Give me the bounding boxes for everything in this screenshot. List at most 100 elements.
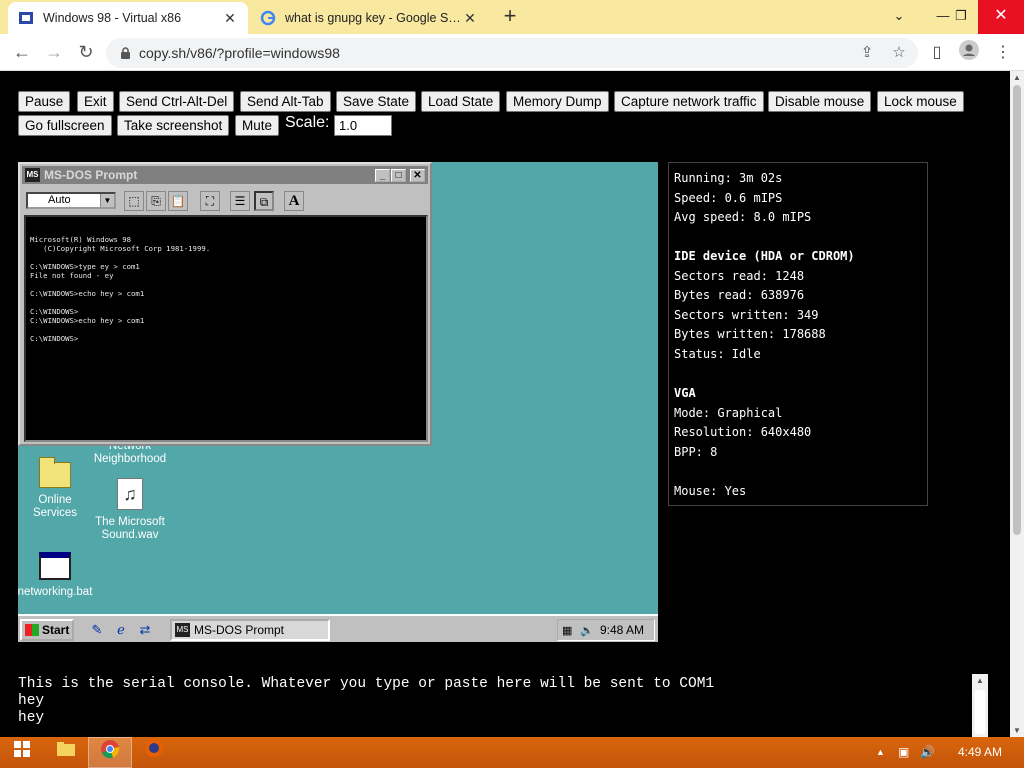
chrome-icon[interactable] — [88, 737, 132, 768]
load-state-button[interactable]: Load State — [421, 91, 501, 112]
send-alt-tab-button[interactable]: Send Alt-Tab — [240, 91, 331, 112]
arrow-right-icon: → — [45, 42, 63, 62]
channels-icon[interactable]: ⇄ — [136, 621, 154, 639]
menu-icon: ⋮ — [995, 44, 1011, 61]
properties-icon[interactable]: ☰ — [230, 191, 250, 211]
start-button[interactable]: Start — [20, 619, 74, 641]
desktop-icon[interactable]: ✎ — [88, 621, 106, 639]
dos-console-line — [30, 325, 422, 334]
reload-icon: ↻ — [78, 42, 94, 62]
page-scrollbar[interactable]: ▲ ▼ — [1010, 71, 1024, 737]
dos-maximize-button[interactable]: □ — [391, 169, 406, 182]
stats-line: Sectors read: 1248 — [674, 268, 805, 283]
star-icon[interactable]: ☆ — [888, 42, 910, 64]
ms-dos-window[interactable]: MS MS-DOS Prompt _ □ ✕ Auto ▼ ⬚ ⎘ 📋 ⛶ ☰ … — [18, 162, 432, 446]
close-tab-icon[interactable]: ✕ — [462, 10, 478, 27]
volume-icon[interactable]: 🔈 — [580, 621, 594, 641]
reload-button[interactable]: ↻ — [72, 39, 100, 67]
side-panel-button[interactable]: ▯ — [924, 40, 950, 66]
paste-icon[interactable]: 📋 — [168, 191, 188, 211]
dos-console-line: Microsoft(R) Windows 98 — [30, 235, 132, 244]
arrow-left-icon: ← — [13, 42, 31, 62]
pause-button[interactable]: Pause — [18, 91, 71, 112]
menu-button[interactable]: ⋮ — [990, 40, 1016, 66]
file-explorer-icon[interactable] — [44, 737, 88, 768]
dos-close-button[interactable]: ✕ — [410, 169, 425, 182]
disable-mouse-button[interactable]: Disable mouse — [768, 91, 872, 112]
windows-start-icon[interactable] — [0, 737, 44, 768]
back-button[interactable]: ← — [8, 39, 36, 67]
speaker-icon[interactable]: 🔊 — [920, 737, 935, 768]
taskbar-item-label: MS-DOS Prompt — [194, 623, 285, 637]
close-tab-icon[interactable]: ✕ — [222, 10, 238, 27]
serial-console-scrollbar[interactable]: ▲ — [972, 674, 988, 737]
restore-button[interactable]: ❐ — [944, 0, 978, 34]
dos-console-line: C:\WINDOWS> — [30, 307, 79, 316]
mark-icon[interactable]: ⬚ — [124, 191, 144, 211]
share-icon[interactable]: ⇪ — [856, 42, 878, 64]
ms-dos-icon: MS — [175, 623, 190, 637]
memory-dump-button[interactable]: Memory Dump — [506, 91, 609, 112]
browser-toolbar: ← → ↻ copy.sh/v86/?profile=windows98 ⇪ ☆… — [0, 34, 1024, 71]
emulator-screen[interactable]: Network Neighborhood Online Services ♫ T… — [18, 162, 658, 642]
copy-icon[interactable]: ⎘ — [146, 191, 166, 211]
lock-mouse-button[interactable]: Lock mouse — [877, 91, 964, 112]
lock-icon — [121, 46, 130, 59]
chevron-down-icon: ⌄ — [893, 8, 905, 23]
scroll-up-icon: ▲ — [1013, 73, 1021, 82]
stats-line: Mouse: Yes — [674, 483, 747, 498]
desktop-icon-online-services[interactable]: Online Services — [18, 457, 97, 520]
dropdown-arrow-icon: ▼ — [100, 194, 114, 207]
ms-dos-titlebar[interactable]: MS MS-DOS Prompt _ □ ✕ — [22, 166, 428, 184]
go-fullscreen-button[interactable]: Go fullscreen — [18, 115, 112, 136]
page-scroll-thumb[interactable] — [1013, 85, 1021, 535]
tab-search-button[interactable]: ⌄ — [882, 0, 916, 34]
scale-input[interactable]: 1.0 — [334, 115, 392, 136]
new-tab-button[interactable]: + — [497, 4, 523, 30]
batch-file-icon: ⚙ — [39, 552, 71, 580]
close-window-button[interactable]: ✕ — [978, 0, 1024, 34]
ms-dos-console[interactable]: Microsoft(R) Windows 98 (C)Copyright Mic… — [24, 215, 428, 442]
take-screenshot-button[interactable]: Take screenshot — [117, 115, 230, 136]
font-icon[interactable]: A — [284, 191, 304, 211]
stats-line: Bytes read: 638976 — [674, 288, 805, 303]
address-bar[interactable]: copy.sh/v86/?profile=windows98 ⇪ ☆ — [106, 38, 918, 68]
scheduler-icon[interactable]: ▦ — [562, 621, 572, 641]
start-label: Start — [42, 623, 70, 637]
capture-network-traffic-button[interactable]: Capture network traffic — [614, 91, 764, 112]
font-size-dropdown[interactable]: Auto ▼ — [26, 192, 116, 209]
google-icon — [260, 10, 276, 26]
profile-button[interactable] — [956, 40, 982, 66]
mute-button[interactable]: Mute — [235, 115, 280, 136]
dos-console-line: (C)Copyright Microsoft Corp 1981-1999. — [30, 244, 211, 253]
forward-button[interactable]: → — [40, 39, 68, 67]
tab-google-search[interactable]: what is gnupg key - Google Search ✕ — [250, 2, 488, 34]
network-icon[interactable]: ▣ — [898, 737, 909, 768]
taskbar-item-ms-dos[interactable]: MS MS-DOS Prompt — [170, 619, 330, 641]
networking-bat-label: networking.bat — [18, 586, 93, 598]
up-arrow-icon[interactable]: ▲ — [876, 737, 885, 768]
background-icon[interactable]: ⧉ — [254, 191, 274, 211]
tab-windows98[interactable]: Windows 98 - Virtual x86 ✕ — [8, 2, 248, 34]
stats-line: Avg speed: 8.0 mIPS — [674, 210, 812, 225]
dos-minimize-button[interactable]: _ — [375, 169, 390, 182]
desktop-icon-networking-bat[interactable]: ⚙ networking.bat — [18, 552, 97, 599]
send-ctrl-alt-del-button[interactable]: Send Ctrl-Alt-Del — [119, 91, 235, 112]
windows-flag-icon — [25, 624, 39, 636]
stats-line: VGA — [674, 386, 696, 401]
serial-scroll-thumb[interactable] — [975, 690, 985, 734]
exit-button[interactable]: Exit — [77, 91, 114, 112]
fullscreen-icon[interactable]: ⛶ — [200, 191, 220, 211]
scroll-up-icon: ▲ — [976, 676, 984, 685]
scale-label: Scale: — [285, 114, 330, 131]
serial-console[interactable]: This is the serial console. Whatever you… — [0, 674, 972, 737]
ie-icon[interactable]: ℯ — [112, 621, 130, 639]
firefox-icon[interactable] — [132, 737, 176, 768]
stats-line: Running: 3m 02s — [674, 171, 783, 185]
save-state-button[interactable]: Save State — [336, 91, 417, 112]
desktop-icon-microsoft-sound[interactable]: ♫ The Microsoft Sound.wav — [88, 478, 172, 542]
stats-line: Sectors written: 349 — [674, 307, 819, 322]
restore-icon: ❐ — [955, 8, 967, 23]
side-panel-icon: ▯ — [932, 44, 942, 61]
dos-console-line — [30, 280, 422, 289]
